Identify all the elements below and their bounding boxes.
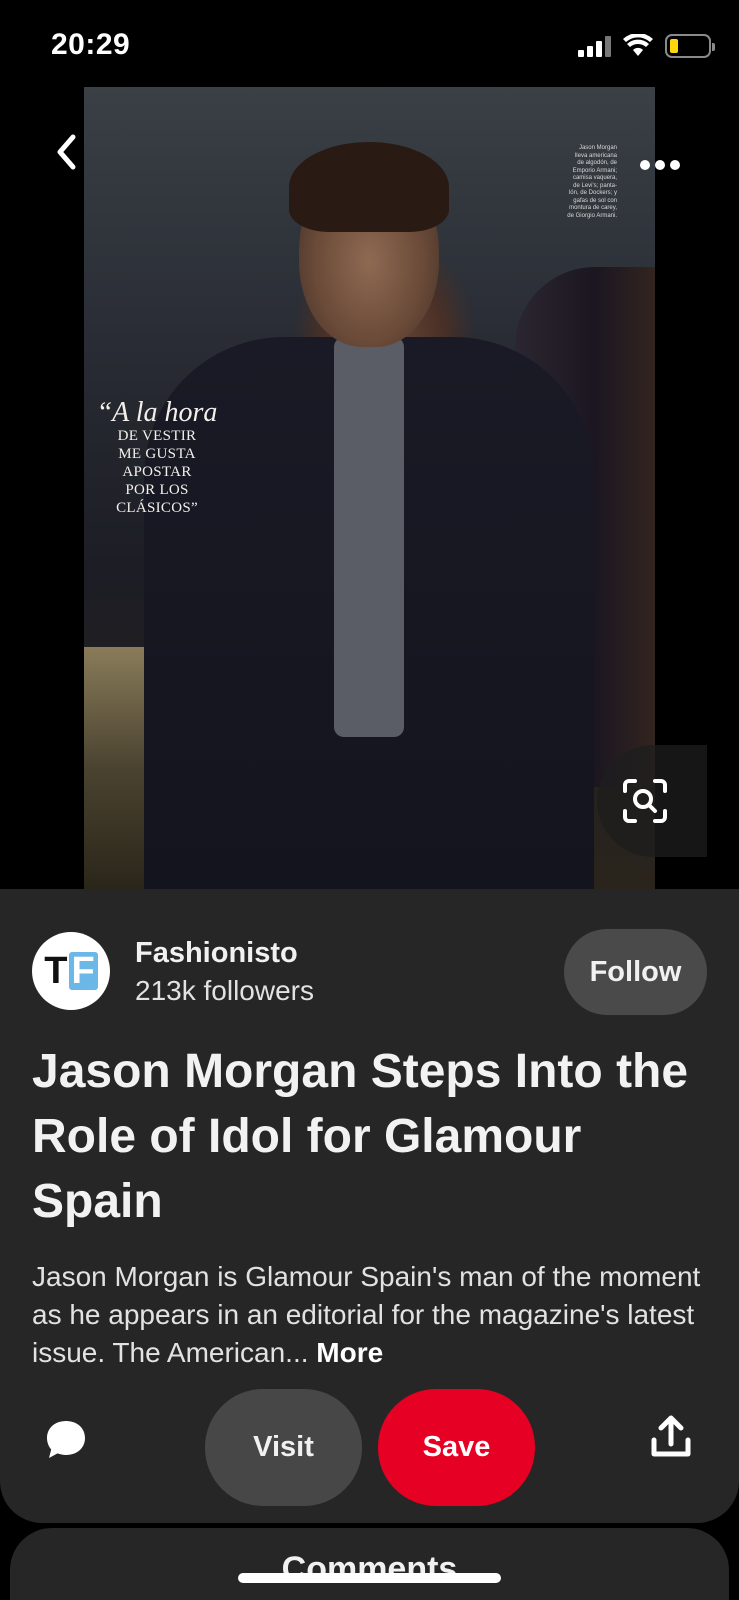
photo-figure-shirt <box>334 337 404 737</box>
avatar-letter-f: F <box>68 952 98 990</box>
cellular-signal-icon <box>578 35 611 57</box>
visual-search-icon <box>623 779 667 823</box>
more-options-button[interactable] <box>630 140 690 190</box>
battery-low-icon <box>665 34 715 58</box>
pin-image[interactable]: “A la hora DE VESTIR ME GUSTA APOSTAR PO… <box>84 87 655 889</box>
comment-bubble-icon <box>47 1421 85 1458</box>
photo-figure-hair <box>289 142 449 232</box>
photo-quote-line1: “A la hora <box>96 397 218 428</box>
share-icon <box>651 1415 691 1457</box>
comments-panel[interactable]: Comments <box>10 1528 729 1600</box>
photo-overlay-caption: Jason Morgan lleva americana de algodón,… <box>567 145 617 219</box>
more-dots-icon <box>640 160 680 170</box>
comments-title: Comments <box>281 1550 458 1588</box>
pin-detail-screen: 20:29 “A la hora DE VESTIR ME GUSTA APOS… <box>0 0 739 1600</box>
visual-search-button[interactable] <box>597 745 707 857</box>
comment-button[interactable] <box>44 1418 88 1462</box>
creator-avatar[interactable]: T F <box>32 932 110 1010</box>
wifi-icon <box>623 34 653 56</box>
pin-description: Jason Morgan is Glamour Spain's man of t… <box>32 1258 722 1372</box>
follow-button[interactable]: Follow <box>564 929 707 1015</box>
photo-overlay-quote: “A la hora DE VESTIR ME GUSTA APOSTAR PO… <box>94 399 220 517</box>
save-button[interactable]: Save <box>378 1389 535 1506</box>
pin-info-sheet: T F Fashionisto 213k followers Follow Ja… <box>0 889 739 1523</box>
photo-quote-rest: DE VESTIR ME GUSTA APOSTAR POR LOS CLÁSI… <box>116 428 198 516</box>
creator-name[interactable]: Fashionisto <box>135 937 298 970</box>
back-button[interactable] <box>40 126 92 178</box>
chevron-left-icon <box>57 134 76 170</box>
status-time: 20:29 <box>51 28 131 61</box>
avatar-letter-t: T <box>44 950 68 992</box>
status-bar: 20:29 <box>0 0 739 88</box>
more-link[interactable]: More <box>316 1337 383 1368</box>
visit-button[interactable]: Visit <box>205 1389 362 1506</box>
creator-followers: 213k followers <box>135 975 314 1006</box>
home-indicator[interactable] <box>238 1573 501 1583</box>
status-icons <box>578 32 715 60</box>
pin-title: Jason Morgan Steps Into the Role of Idol… <box>32 1045 689 1228</box>
share-button[interactable] <box>650 1414 692 1460</box>
